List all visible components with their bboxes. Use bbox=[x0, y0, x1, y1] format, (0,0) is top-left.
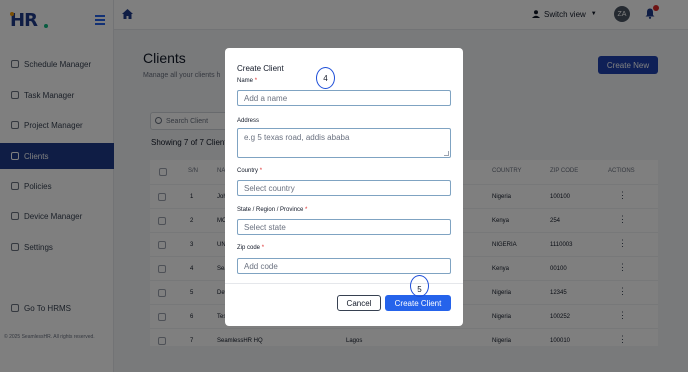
required-mark: * bbox=[261, 245, 265, 251]
address-label: Address bbox=[237, 118, 260, 124]
zip-label: Zip code * bbox=[237, 245, 264, 251]
required-mark: * bbox=[254, 78, 258, 84]
step-marker: 5 bbox=[410, 275, 429, 297]
resize-handle-icon[interactable] bbox=[444, 151, 449, 156]
zip-label-text: Zip code bbox=[237, 245, 261, 251]
country-label-text: Country bbox=[237, 168, 259, 174]
address-placeholder: e.g 5 texas road, addis ababa bbox=[244, 133, 350, 142]
country-placeholder: Select country bbox=[244, 183, 295, 193]
name-placeholder: Add a name bbox=[244, 93, 288, 103]
address-field[interactable]: e.g 5 texas road, addis ababa bbox=[237, 128, 451, 158]
name-label-text: Name bbox=[237, 78, 254, 84]
state-placeholder: Select state bbox=[244, 222, 286, 232]
step-marker: 4 bbox=[316, 67, 335, 89]
state-select[interactable]: Select state bbox=[237, 219, 451, 235]
modal-title: Create Client bbox=[237, 64, 284, 73]
country-label: Country * bbox=[237, 168, 262, 174]
country-select[interactable]: Select country bbox=[237, 180, 451, 196]
cancel-button[interactable]: Cancel bbox=[337, 295, 381, 311]
create-client-button[interactable]: Create Client bbox=[385, 295, 451, 311]
state-label: State / Region / Province * bbox=[237, 207, 307, 213]
zip-placeholder: Add code bbox=[244, 261, 278, 271]
state-label-text: State / Region / Province bbox=[237, 207, 304, 213]
name-field[interactable]: Add a name bbox=[237, 90, 451, 106]
create-client-modal: Create Client Name * Add a name Address … bbox=[225, 48, 463, 326]
name-label: Name * bbox=[237, 78, 257, 84]
required-mark: * bbox=[259, 168, 263, 174]
required-mark: * bbox=[305, 207, 308, 213]
zip-field[interactable]: Add code bbox=[237, 258, 451, 274]
